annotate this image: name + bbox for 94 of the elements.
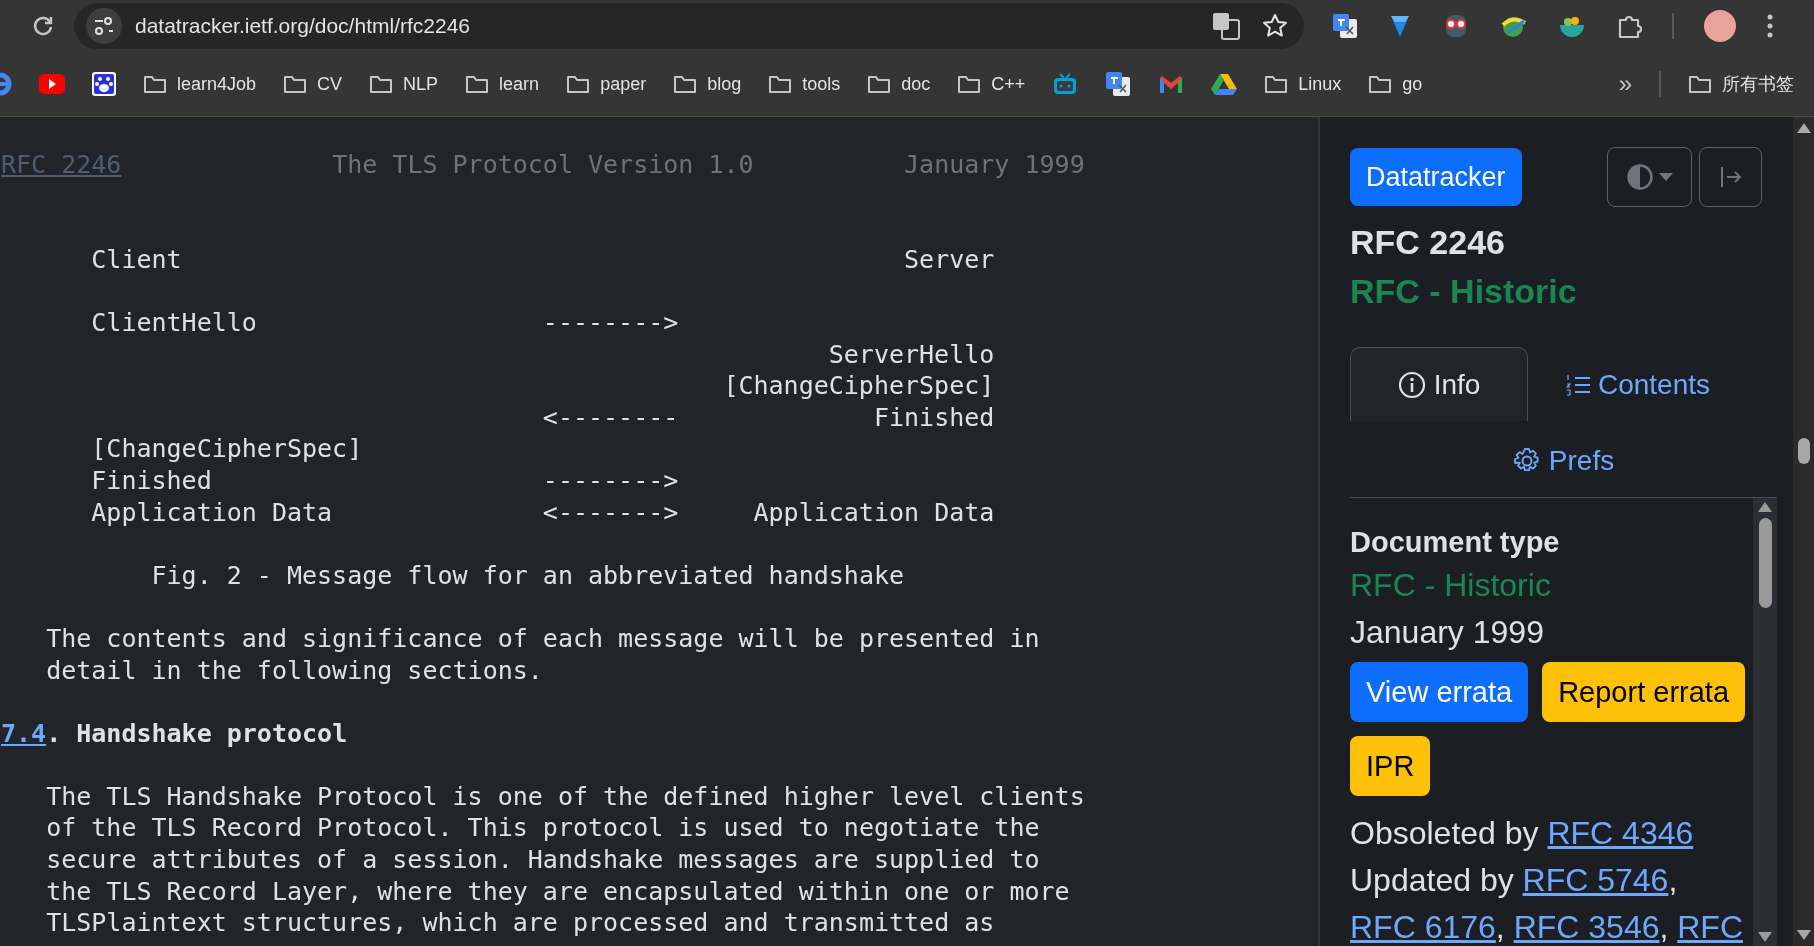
diagram-arrow: --------> bbox=[542, 464, 680, 497]
bookmark-folder[interactable]: C++ bbox=[957, 73, 1026, 95]
page-header-date: January 1999 bbox=[904, 149, 1085, 181]
document-type: RFC - Historic bbox=[1350, 566, 1552, 605]
section-number-link[interactable]: 7.4 bbox=[1, 718, 47, 748]
mail-icon[interactable] bbox=[1158, 74, 1185, 94]
rfc-link[interactable]: RFC 3546 bbox=[1513, 909, 1660, 945]
scroll-up-icon[interactable] bbox=[1758, 502, 1772, 512]
tab[interactable]: Info bbox=[1350, 347, 1528, 421]
address-bar[interactable]: datatracker.ietf.org/doc/html/rfc2246 bbox=[74, 3, 1304, 49]
folder-icon bbox=[673, 74, 698, 94]
diagram-label: Finished bbox=[91, 464, 213, 497]
bookmark-folder[interactable]: go bbox=[1368, 73, 1423, 95]
play-icon[interactable] bbox=[39, 74, 65, 94]
puzzle-icon[interactable] bbox=[1616, 13, 1642, 39]
page-scrollbar[interactable] bbox=[1796, 123, 1811, 940]
tab[interactable]: Prefs bbox=[1505, 425, 1622, 495]
page-header-title: The TLS Protocol Version 1.0 bbox=[332, 149, 755, 181]
rfc-link[interactable]: RFC 4346 bbox=[1547, 815, 1694, 851]
diagram-label: Application Data bbox=[752, 496, 995, 529]
bookmark-folder[interactable]: paper bbox=[566, 73, 647, 95]
diagram-label: Server bbox=[903, 243, 995, 276]
triangle-drive-icon[interactable] bbox=[1211, 73, 1238, 95]
bookmark-folder[interactable]: doc bbox=[867, 73, 931, 95]
bookmark-folder[interactable]: CV bbox=[283, 73, 343, 95]
scroll-up-icon[interactable] bbox=[1796, 123, 1811, 133]
folder-icon bbox=[768, 74, 793, 94]
publication-date: January 1999 bbox=[1350, 613, 1545, 652]
rfc-link[interactable]: RFC 6176 bbox=[1350, 909, 1496, 945]
diagram-arrow: <-------> bbox=[542, 496, 680, 529]
folder-icon bbox=[957, 74, 982, 94]
diagram-label: ServerHello bbox=[827, 338, 995, 371]
bookmark-folder[interactable]: tools bbox=[768, 73, 841, 95]
theme-dropdown-button[interactable] bbox=[1607, 147, 1692, 207]
datatracker-button[interactable]: Datatracker bbox=[1350, 148, 1522, 206]
diagram-label: Finished bbox=[872, 401, 995, 434]
folder-icon bbox=[867, 74, 892, 94]
rfc-link[interactable]: RFC bbox=[1677, 909, 1743, 945]
folder-icon bbox=[1368, 74, 1393, 94]
diagram-arrow: <-------- bbox=[542, 401, 680, 434]
ipr-button[interactable]: IPR bbox=[1350, 736, 1431, 796]
document-status: RFC - Historic bbox=[1350, 272, 1578, 311]
diagram-label: ClientHello bbox=[91, 306, 258, 339]
scrollbar-thumb[interactable] bbox=[1758, 518, 1772, 608]
reload-icon[interactable] bbox=[31, 14, 55, 38]
folder-icon bbox=[283, 74, 308, 94]
caret-icon bbox=[1658, 173, 1673, 181]
folder-icon bbox=[369, 74, 394, 94]
bar-arrow-icon bbox=[1719, 166, 1742, 188]
scrollbar-thumb[interactable] bbox=[1797, 438, 1810, 464]
diagram-label: Client bbox=[91, 243, 183, 276]
relation-text: Updated by RFC 5746, RFC 6176, RFC 3546, RFC bbox=[1350, 861, 1744, 946]
site-settings-icon[interactable] bbox=[93, 16, 115, 36]
avatar-icon[interactable] bbox=[1704, 10, 1736, 42]
info-icon bbox=[1397, 370, 1426, 399]
folder-icon bbox=[143, 74, 167, 94]
folder-icon bbox=[1688, 74, 1712, 94]
tab[interactable]: Contents bbox=[1528, 347, 1748, 421]
diagram-arrow: --------> bbox=[542, 306, 680, 339]
sidebar-toggle-button[interactable] bbox=[1699, 147, 1762, 207]
scroll-down-icon[interactable] bbox=[1758, 932, 1772, 942]
document-title: RFC 2246 bbox=[1350, 223, 1506, 262]
tv-icon[interactable] bbox=[1052, 72, 1079, 96]
folder-icon bbox=[465, 74, 490, 94]
half-circle-icon bbox=[1626, 164, 1653, 190]
diagram-label: [ChangeCipherSpec] bbox=[722, 370, 995, 402]
menu-icon[interactable] bbox=[1766, 13, 1774, 39]
all-bookmarks-folder[interactable]: 所有书签 bbox=[1688, 72, 1794, 96]
relation-text: Obsoleted by RFC 4346 bbox=[1350, 814, 1695, 853]
errata-button[interactable]: View errata bbox=[1350, 662, 1529, 722]
paragraph: The TLS Handshake Protocol is one of the defined higher level clients of the TLS Record Protocol. This protocol is used to negotiate the secure attributes of a session. Handshake messages are supplied to the TLS Record Layer, where they are encapsulated within one or more TLSPlaintext structures, which are processed and transmitted as bbox=[45, 780, 1086, 939]
url-text: datatracker.ietf.org/doc/html/rfc2246 bbox=[135, 14, 471, 38]
bookmark-folder[interactable]: Linux bbox=[1264, 73, 1342, 95]
section-heading: 7.4. Handshake protocol bbox=[1, 717, 349, 750]
star-icon[interactable] bbox=[1262, 13, 1288, 39]
numbered-list-icon bbox=[1565, 373, 1590, 396]
diamond-icon[interactable] bbox=[1388, 13, 1412, 39]
scroll-down-icon[interactable] bbox=[1796, 930, 1811, 940]
folder-icon bbox=[1264, 74, 1289, 94]
bookmark-folder[interactable]: learn bbox=[465, 73, 540, 95]
bookmark-folder[interactable]: learn4Job bbox=[143, 73, 257, 95]
more-bookmarks-icon[interactable]: » bbox=[1618, 70, 1632, 98]
scrollbar[interactable] bbox=[1753, 498, 1777, 946]
rfc-link[interactable]: RFC 5746 bbox=[1522, 862, 1669, 898]
diagram-label: Application Data bbox=[91, 496, 334, 529]
errata-button[interactable]: Report errata bbox=[1542, 662, 1745, 722]
bookmark-folder[interactable]: blog bbox=[673, 73, 742, 95]
bookmark-folder[interactable]: NLP bbox=[369, 73, 439, 95]
figure-caption: Fig. 2 - Message flow for an abbreviated handshake bbox=[151, 560, 905, 590]
section-heading: Document type bbox=[1350, 525, 1561, 560]
paw-icon[interactable] bbox=[92, 72, 116, 96]
diagram-label: [ChangeCipherSpec] bbox=[91, 433, 364, 465]
folder-icon bbox=[566, 74, 591, 94]
paragraph: The contents and significance of each message will be presented in detail in the following sections. bbox=[45, 622, 1041, 687]
